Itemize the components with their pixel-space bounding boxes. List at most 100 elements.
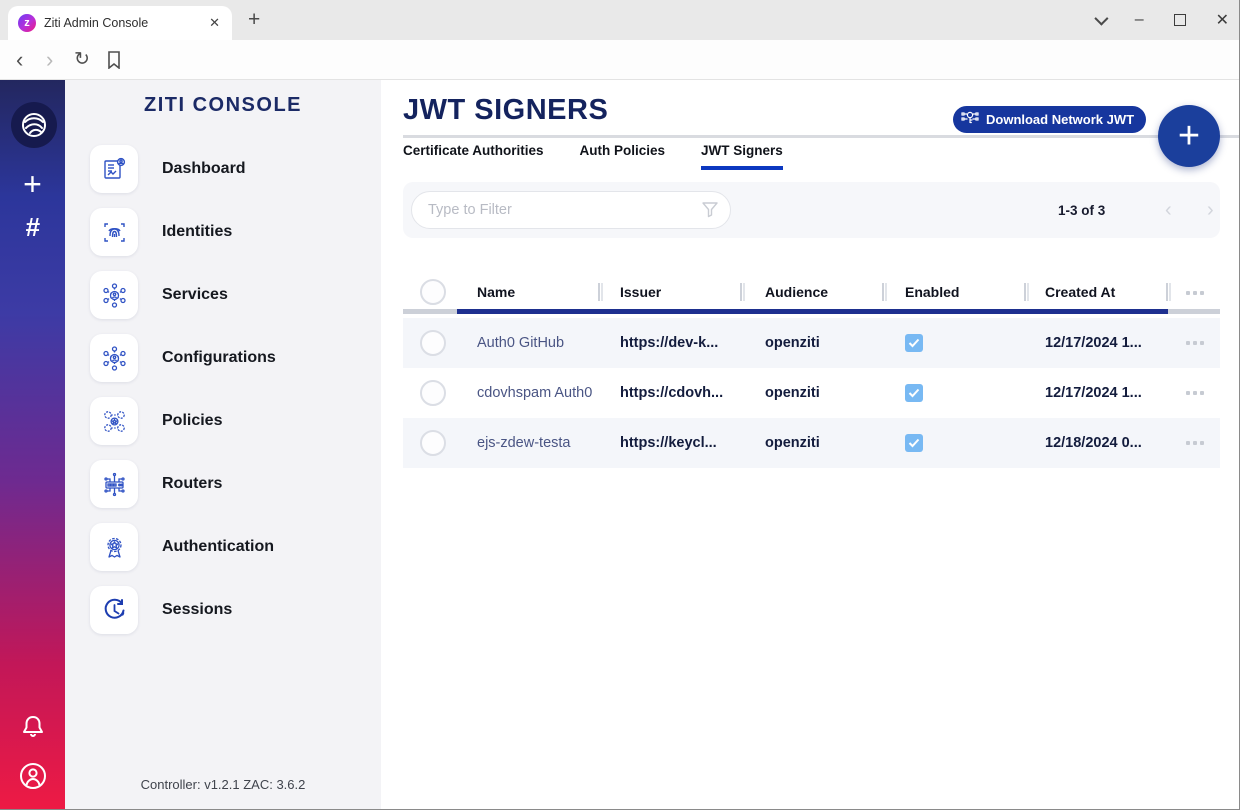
pagination-next-icon[interactable]: › <box>1207 182 1214 238</box>
column-resize-handle[interactable] <box>882 283 887 301</box>
filter-input[interactable] <box>411 191 731 229</box>
network-configurations-icon <box>90 334 138 382</box>
cell-enabled <box>905 418 923 468</box>
pagination-range: 1-3 of 3 <box>1058 182 1105 238</box>
table-row[interactable]: cdovhspam Auth0 https://cdovh... openzit… <box>403 368 1220 418</box>
header-underline-gray-right <box>1168 309 1220 314</box>
page-title: JWT SIGNERS <box>403 94 608 127</box>
notifications-bell-icon[interactable] <box>20 714 46 745</box>
back-button[interactable]: ‹ <box>16 49 23 71</box>
browser-window: z Ziti Admin Console ✕ + – ✕ ‹ › ↻ https… <box>0 0 1240 810</box>
fingerprint-icon <box>90 208 138 256</box>
header-underline-navy <box>457 309 1168 314</box>
column-resize-handle[interactable] <box>1024 283 1029 301</box>
gradient-rail: + # <box>0 80 65 810</box>
sidebar-item-label: Sessions <box>162 601 232 619</box>
enabled-checkbox[interactable] <box>905 434 923 452</box>
sidebar-item-label: Routers <box>162 475 222 493</box>
rail-hash-button[interactable]: # <box>0 212 65 243</box>
filter-bar: 1-3 of 3 ‹ › <box>403 182 1220 238</box>
sidebar-item-authentication[interactable]: Authentication <box>90 523 360 571</box>
sidebar-item-routers[interactable]: Routers <box>90 460 360 508</box>
sidebar-item-label: Configurations <box>162 349 276 367</box>
column-resize-handle[interactable] <box>740 283 745 301</box>
user-profile-icon[interactable] <box>18 761 48 796</box>
reload-button[interactable]: ↻ <box>74 50 90 69</box>
header-more-menu-icon[interactable] <box>1186 291 1204 295</box>
enabled-checkbox[interactable] <box>905 384 923 402</box>
header-underline-gray-left <box>403 309 457 314</box>
sidebar-item-dashboard[interactable]: Dashboard <box>90 145 360 193</box>
column-header-enabled[interactable]: Enabled <box>905 284 959 300</box>
minimize-button[interactable]: – <box>1135 11 1144 29</box>
column-resize-handle[interactable] <box>1166 283 1171 301</box>
pagination-prev-icon[interactable]: ‹ <box>1165 182 1172 238</box>
network-services-icon <box>90 271 138 319</box>
filter-funnel-icon[interactable] <box>701 200 719 223</box>
ziti-logo-icon[interactable] <box>11 102 57 148</box>
column-header-issuer[interactable]: Issuer <box>620 284 661 300</box>
version-footer: Controller: v1.2.1 ZAC: 3.6.2 <box>65 777 381 792</box>
sidebar-item-label: Policies <box>162 412 222 430</box>
cell-name[interactable]: ejs-zdew-testa <box>477 418 597 468</box>
window-controls: – ✕ <box>1095 0 1229 40</box>
row-select-circle[interactable] <box>420 430 446 456</box>
cell-created-at: 12/17/2024 1... <box>1045 318 1180 368</box>
section-tabs: Certificate Authorities Auth Policies JW… <box>403 143 783 170</box>
sidebar-item-policies[interactable]: Policies <box>90 397 360 445</box>
download-network-jwt-button[interactable]: Download Network JWT <box>953 106 1146 133</box>
close-window-button[interactable]: ✕ <box>1216 10 1229 30</box>
row-more-menu-icon[interactable] <box>1186 418 1204 468</box>
header-divider <box>403 135 1240 138</box>
rail-add-button[interactable]: + <box>0 166 65 203</box>
sidebar-item-sessions[interactable]: Sessions <box>90 586 360 634</box>
sidebar-item-label: Services <box>162 286 228 304</box>
column-resize-handle[interactable] <box>598 283 603 301</box>
sidebar-item-services[interactable]: Services <box>90 271 360 319</box>
row-more-menu-icon[interactable] <box>1186 368 1204 418</box>
tab-search-chevron-icon[interactable] <box>1094 12 1108 26</box>
tab-auth-policies[interactable]: Auth Policies <box>580 143 666 170</box>
tab-close-icon[interactable]: ✕ <box>207 15 222 31</box>
browser-tab[interactable]: z Ziti Admin Console ✕ <box>8 6 232 40</box>
sessions-clock-icon <box>90 586 138 634</box>
cell-audience: openziti <box>765 418 885 468</box>
cell-created-at: 12/18/2024 0... <box>1045 418 1180 468</box>
row-select-circle[interactable] <box>420 380 446 406</box>
column-header-name[interactable]: Name <box>477 284 515 300</box>
cell-enabled <box>905 368 923 418</box>
table-row[interactable]: Auth0 GitHub https://dev-k... openziti 1… <box>403 318 1220 368</box>
cell-issuer: https://cdovh... <box>620 368 750 418</box>
column-header-created-at[interactable]: Created At <box>1045 284 1115 300</box>
cell-name[interactable]: Auth0 GitHub <box>477 318 597 368</box>
sidebar-item-label: Identities <box>162 223 232 241</box>
jwt-key-icon <box>961 110 979 129</box>
new-tab-button[interactable]: + <box>248 8 260 32</box>
column-header-audience[interactable]: Audience <box>765 284 828 300</box>
sidebar-item-label: Dashboard <box>162 160 246 178</box>
browser-tab-title: Ziti Admin Console <box>44 16 199 30</box>
ziti-favicon-icon: z <box>18 14 36 32</box>
bookmark-icon[interactable] <box>106 51 122 69</box>
sidebar: ZITI CONSOLE Dashboard Identities <box>65 80 381 810</box>
select-all-circle[interactable] <box>420 279 446 305</box>
cell-audience: openziti <box>765 318 885 368</box>
tab-jwt-signers[interactable]: JWT Signers <box>701 143 783 170</box>
main-content: JWT SIGNERS Download Network JWT + Certi… <box>381 80 1239 810</box>
sidebar-item-configurations[interactable]: Configurations <box>90 334 360 382</box>
cell-name[interactable]: cdovhspam Auth0 <box>477 368 597 418</box>
sidebar-item-identities[interactable]: Identities <box>90 208 360 256</box>
forward-button: › <box>46 49 53 71</box>
table-row[interactable]: ejs-zdew-testa https://keycl... openziti… <box>403 418 1220 468</box>
download-button-label: Download Network JWT <box>986 112 1134 127</box>
row-more-menu-icon[interactable] <box>1186 318 1204 368</box>
ziti-console-app: + # ZITI CONSOLE <box>0 80 1239 810</box>
maximize-button[interactable] <box>1174 14 1186 26</box>
add-jwt-signer-button[interactable]: + <box>1158 105 1220 167</box>
sidebar-item-label: Authentication <box>162 538 274 556</box>
enabled-checkbox[interactable] <box>905 334 923 352</box>
tab-certificate-authorities[interactable]: Certificate Authorities <box>403 143 544 170</box>
row-select-circle[interactable] <box>420 330 446 356</box>
cell-enabled <box>905 318 923 368</box>
authentication-badge-icon <box>90 523 138 571</box>
